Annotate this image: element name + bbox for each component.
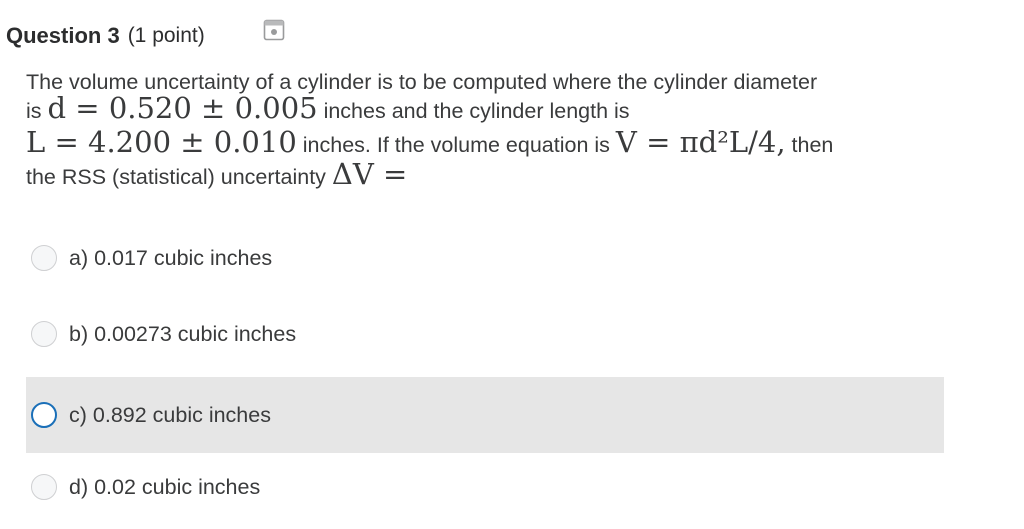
stem-line: the RSS (statistical) uncertainty ΔV =	[26, 158, 946, 190]
radio-button[interactable]	[31, 402, 57, 428]
save-icon	[263, 19, 285, 41]
option-label: a) 0.017 cubic inches	[69, 245, 273, 270]
option-label: c) 0.892 cubic inches	[69, 402, 271, 427]
option-label: d) 0.02 cubic inches	[69, 474, 261, 499]
radio-button[interactable]	[31, 321, 57, 347]
radio-button[interactable]	[31, 474, 57, 500]
question-stem: The volume uncertainty of a cylinder is …	[26, 66, 946, 190]
answer-option-a[interactable]: a) 0.017 cubic inches	[26, 220, 944, 296]
save-button[interactable]	[263, 19, 285, 41]
answer-option-b[interactable]: b) 0.00273 cubic inches	[26, 296, 944, 372]
stem-line: is d = 0.520 ± 0.005 inches and the cyli…	[26, 92, 946, 126]
stem-text: inches. If the volume equation is	[302, 133, 610, 157]
volume-equation: V = πd²L/4,	[615, 125, 786, 159]
stem-text: then	[791, 133, 834, 157]
stem-text: is	[26, 99, 42, 123]
diameter-equation: d = 0.520 ± 0.005	[47, 91, 318, 125]
uncertainty-expression: ΔV =	[331, 157, 408, 191]
answer-option-c[interactable]: c) 0.892 cubic inches	[26, 377, 944, 453]
option-label: b) 0.00273 cubic inches	[69, 321, 297, 346]
quiz-page: Question 3 (1 point) The volume uncertai…	[0, 0, 1024, 529]
stem-text: inches and the cylinder length is	[323, 99, 630, 123]
stem-text: the RSS (statistical) uncertainty	[26, 165, 326, 189]
question-points: (1 point)	[127, 24, 205, 47]
radio-button[interactable]	[31, 245, 57, 271]
question-title: Question 3	[6, 23, 120, 48]
answer-option-d[interactable]: d) 0.02 cubic inches	[26, 449, 944, 525]
length-equation: L = 4.200 ± 0.010	[26, 125, 297, 159]
question-header: Question 3 (1 point)	[6, 20, 205, 52]
